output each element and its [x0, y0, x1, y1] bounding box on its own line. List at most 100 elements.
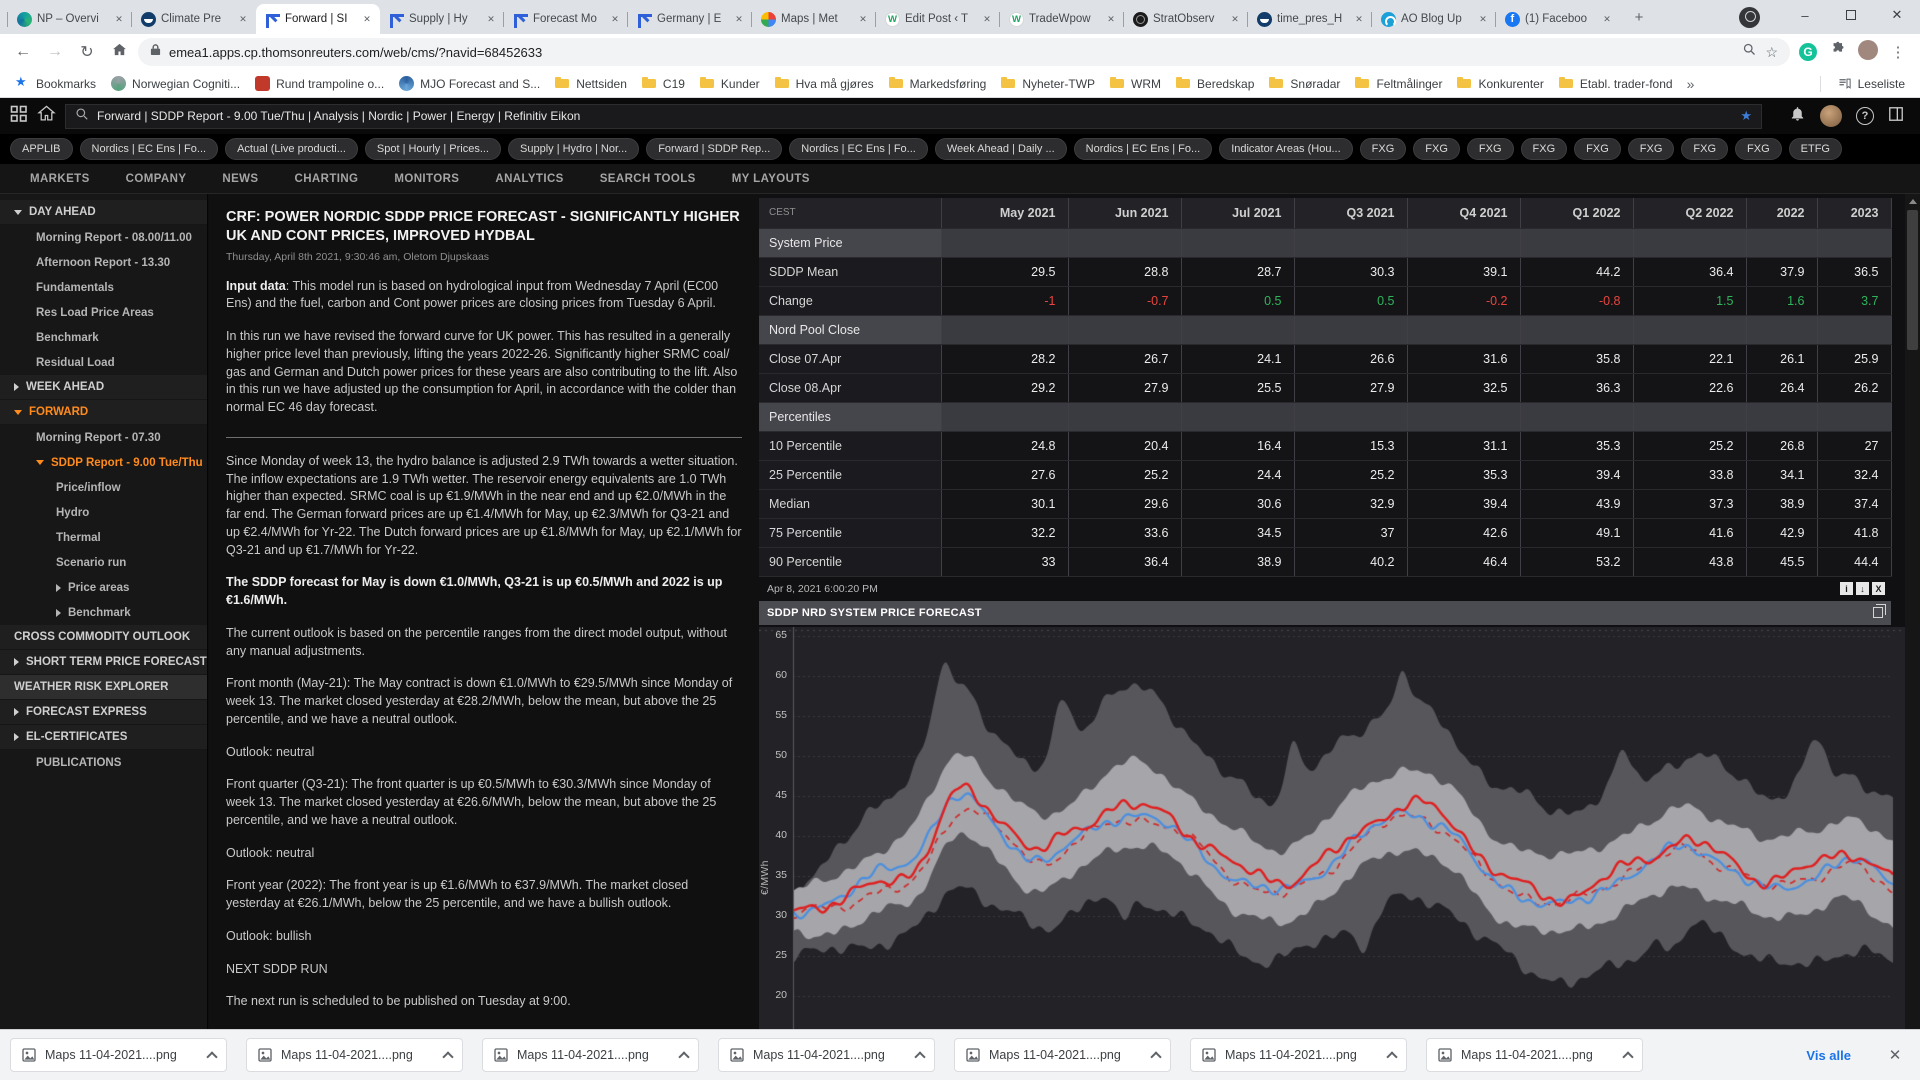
browser-tab[interactable]: Maps | Met ✕: [752, 4, 876, 34]
tab-close-icon[interactable]: ✕: [360, 12, 374, 26]
app-tab-chip[interactable]: Indicator Areas (Hou...: [1219, 138, 1352, 160]
reload-icon[interactable]: ↻: [74, 42, 100, 62]
eikon-home-icon[interactable]: [37, 104, 56, 128]
menu-item[interactable]: SEARCH TOOLS: [600, 173, 696, 185]
app-grid-icon[interactable]: [10, 105, 28, 128]
sidebar-item[interactable]: Benchmark: [0, 600, 207, 625]
grammarly-extension-icon[interactable]: G: [1796, 43, 1820, 61]
app-tab-chip[interactable]: Nordics | EC Ens | Fo...: [1074, 138, 1213, 160]
sidebar-item[interactable]: Residual Load: [0, 350, 207, 375]
app-tab-chip[interactable]: Forward | SDDP Rep...: [646, 138, 782, 160]
notifications-bell-icon[interactable]: [1789, 105, 1806, 127]
app-tab-chip[interactable]: FXG: [1735, 138, 1782, 160]
user-avatar[interactable]: [1820, 105, 1842, 127]
help-icon[interactable]: ?: [1856, 107, 1874, 125]
scroll-up-icon[interactable]: [1909, 199, 1917, 204]
chevron-up-icon[interactable]: [1150, 1051, 1161, 1062]
chevron-up-icon[interactable]: [678, 1051, 689, 1062]
table-column-header[interactable]: Q1 2022: [1520, 198, 1633, 228]
search-favorite-icon[interactable]: ★: [1740, 108, 1752, 124]
back-icon[interactable]: ←: [10, 43, 36, 61]
table-column-header[interactable]: 2022: [1746, 198, 1817, 228]
sidebar-item[interactable]: Afternoon Report - 13.30: [0, 250, 207, 275]
menu-item[interactable]: NEWS: [222, 173, 258, 185]
chevron-up-icon[interactable]: [206, 1051, 217, 1062]
home-icon[interactable]: [106, 41, 132, 63]
browser-tab[interactable]: (1) Faceboo ✕: [1496, 4, 1620, 34]
browser-tab[interactable]: time_pres_H ✕: [1248, 4, 1372, 34]
download-item[interactable]: Maps 11-04-2021....png: [1190, 1038, 1407, 1072]
bookmark-item[interactable]: Feltmålinger: [1348, 73, 1449, 95]
browser-tab[interactable]: Climate Pre ✕: [132, 4, 256, 34]
sidebar-item[interactable]: Hydro: [0, 500, 207, 525]
menu-item[interactable]: ANALYTICS: [495, 173, 563, 185]
browser-tab[interactable]: TradeWpow ✕: [1000, 4, 1124, 34]
forward-icon[interactable]: →: [42, 43, 68, 61]
browser-menu-icon[interactable]: ⋮: [1886, 43, 1910, 61]
app-tab-chip[interactable]: Week Ahead | Daily ...: [935, 138, 1067, 160]
menu-item[interactable]: MONITORS: [394, 173, 459, 185]
tab-close-icon[interactable]: ✕: [1104, 12, 1118, 26]
tab-close-icon[interactable]: ✕: [236, 12, 250, 26]
layout-panel-icon[interactable]: [1888, 106, 1904, 127]
download-item[interactable]: Maps 11-04-2021....png: [954, 1038, 1171, 1072]
app-tab-chip[interactable]: FXG: [1574, 138, 1621, 160]
browser-tab[interactable]: AO Blog Up ✕: [1372, 4, 1496, 34]
tab-close-icon[interactable]: ✕: [484, 12, 498, 26]
menu-item[interactable]: COMPANY: [126, 173, 187, 185]
bookmark-item[interactable]: Norwegian Cogniti...: [104, 73, 247, 95]
app-tab-chip[interactable]: FXG: [1360, 138, 1407, 160]
sidebar-item[interactable]: SDDP Report - 9.00 Tue/Thu: [0, 450, 207, 475]
download-item[interactable]: Maps 11-04-2021....png: [10, 1038, 227, 1072]
window-close-button[interactable]: ✕: [1874, 0, 1920, 30]
sidebar-item[interactable]: Fundamentals: [0, 275, 207, 300]
download-item[interactable]: Maps 11-04-2021....png: [718, 1038, 935, 1072]
sidebar-item[interactable]: FORECAST EXPRESS: [0, 700, 207, 725]
browser-tab[interactable]: StratObserv ✕: [1124, 4, 1248, 34]
bookmark-item[interactable]: Etabl. trader-fond: [1552, 73, 1680, 95]
bookmark-item[interactable]: Rund trampoline o...: [248, 73, 391, 95]
app-tab-chip[interactable]: FXG: [1521, 138, 1568, 160]
show-all-downloads-button[interactable]: Vis alle: [1796, 1042, 1861, 1069]
app-tab-chip[interactable]: Actual (Live producti...: [225, 138, 358, 160]
new-tab-button[interactable]: +: [1626, 5, 1652, 31]
bookmarks-overflow-icon[interactable]: »: [1681, 76, 1701, 92]
sidebar-item[interactable]: Thermal: [0, 525, 207, 550]
app-tab-chip[interactable]: Nordics | EC Ens | Fo...: [789, 138, 928, 160]
extensions-puzzle-icon[interactable]: [1826, 41, 1850, 63]
bookmark-item[interactable]: Beredskap: [1169, 73, 1261, 95]
sidebar-item[interactable]: EL-CERTIFICATES: [0, 725, 207, 750]
bookmark-item[interactable]: Kunder: [693, 73, 767, 95]
download-item[interactable]: Maps 11-04-2021....png: [246, 1038, 463, 1072]
bookmark-item[interactable]: WRM: [1103, 73, 1168, 95]
bookmark-star-icon[interactable]: ☆: [1765, 44, 1778, 61]
browser-tab[interactable]: Edit Post ‹ T ✕: [876, 4, 1000, 34]
app-tab-chip[interactable]: FXG: [1467, 138, 1514, 160]
bookmark-item[interactable]: Konkurenter: [1450, 73, 1550, 95]
chevron-up-icon[interactable]: [1386, 1051, 1397, 1062]
sidebar-item[interactable]: FORWARD: [0, 400, 207, 425]
app-tab-chip[interactable]: FXG: [1681, 138, 1728, 160]
chart-copy-icon[interactable]: [1873, 607, 1883, 618]
forecast-chart-canvas[interactable]: [759, 627, 1905, 1030]
window-maximize-button[interactable]: [1828, 0, 1874, 30]
sidebar-item[interactable]: Morning Report - 08.00/11.00: [0, 225, 207, 250]
tab-close-icon[interactable]: ✕: [608, 12, 622, 26]
eikon-search-text[interactable]: Forward | SDDP Report - 9.00 Tue/Thu | A…: [97, 109, 1732, 123]
bookmark-item[interactable]: Bookmarks: [8, 73, 103, 95]
browser-tab[interactable]: Supply | Hy ✕: [380, 4, 504, 34]
bookmark-item[interactable]: Nettsiden: [548, 73, 634, 95]
sidebar-item[interactable]: Scenario run: [0, 550, 207, 575]
download-icon[interactable]: ↓: [1856, 582, 1869, 595]
sidebar-item[interactable]: Price/inflow: [0, 475, 207, 500]
sidebar-item[interactable]: SHORT TERM PRICE FORECAST: [0, 650, 207, 675]
bookmark-item[interactable]: Nyheter-TWP: [994, 73, 1102, 95]
bookmark-item[interactable]: MJO Forecast and S...: [392, 73, 547, 95]
info-icon[interactable]: i: [1840, 582, 1853, 595]
zoom-search-icon[interactable]: [1742, 42, 1757, 62]
table-column-header[interactable]: 2023: [1817, 198, 1891, 228]
tab-close-icon[interactable]: ✕: [112, 12, 126, 26]
app-tab-chip[interactable]: APPLIB: [10, 138, 73, 160]
browser-avatar[interactable]: [1856, 40, 1880, 65]
menu-item[interactable]: MY LAYOUTS: [732, 173, 810, 185]
